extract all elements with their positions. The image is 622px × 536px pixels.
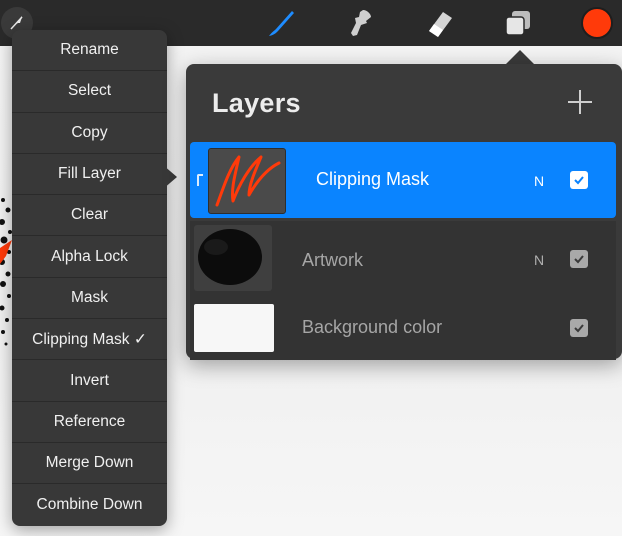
brush-tool-button[interactable] [264, 6, 298, 40]
layer-options-menu: Rename Select Copy Fill Layer Clear Alph… [12, 30, 167, 526]
checkmark-icon [574, 176, 584, 185]
menu-item-reference[interactable]: Reference [12, 402, 167, 443]
menu-item-merge-down[interactable]: Merge Down [12, 443, 167, 485]
menu-item-combine-down[interactable]: Combine Down [12, 484, 167, 525]
layer-thumbnail [194, 225, 272, 291]
menu-item-mask[interactable]: Mask [12, 278, 167, 320]
layer-visibility-checkbox[interactable] [570, 250, 588, 268]
layer-name: Clipping Mask [316, 169, 430, 189]
panel-caret [506, 50, 534, 64]
layer-name: Background color [302, 317, 443, 337]
layer-row-artwork[interactable]: Artwork N [190, 221, 616, 297]
menu-item-alpha-lock[interactable]: Alpha Lock [12, 236, 167, 278]
menu-item-clipping-mask[interactable]: Clipping Mask ✓ [12, 319, 167, 361]
layers-panel: Layers Clipping Mask N Artwork N Backgro… [186, 64, 622, 360]
checkmark-icon [574, 255, 584, 264]
menu-item-fill-layer[interactable]: Fill Layer [12, 154, 167, 196]
menu-pointer [163, 165, 177, 189]
blend-mode-button[interactable]: N [534, 173, 544, 189]
menu-item-copy[interactable]: Copy [12, 113, 167, 154]
layers-tool-button[interactable] [501, 6, 535, 40]
layer-visibility-checkbox[interactable] [570, 319, 588, 337]
menu-item-invert[interactable]: Invert [12, 360, 167, 402]
smudge-tool-button[interactable] [342, 6, 376, 40]
menu-item-clear[interactable]: Clear [12, 195, 167, 237]
layers-icon [505, 11, 530, 36]
add-layer-button[interactable] [568, 90, 592, 114]
layer-name: Artwork [302, 250, 364, 270]
layer-row-background-color[interactable]: Background color [190, 296, 616, 360]
color-picker-button[interactable] [580, 6, 614, 40]
menu-item-rename[interactable]: Rename [12, 30, 167, 72]
smudge-icon [351, 10, 371, 36]
brush-icon [269, 11, 294, 36]
panel-title: Layers [212, 88, 301, 118]
menu-item-select[interactable]: Select [12, 71, 167, 113]
checkmark-icon [574, 324, 584, 333]
layer-row-clipping-mask[interactable]: Clipping Mask N [190, 142, 616, 218]
eraser-tool-button[interactable] [422, 6, 456, 40]
layer-visibility-checkbox[interactable] [570, 171, 588, 189]
background-color-swatch [194, 304, 274, 352]
layer-thumbnail [208, 148, 286, 214]
clipping-indicator-icon [197, 174, 203, 186]
eraser-icon [429, 12, 452, 37]
blend-mode-button[interactable]: N [534, 252, 544, 268]
color-swatch [581, 7, 613, 39]
